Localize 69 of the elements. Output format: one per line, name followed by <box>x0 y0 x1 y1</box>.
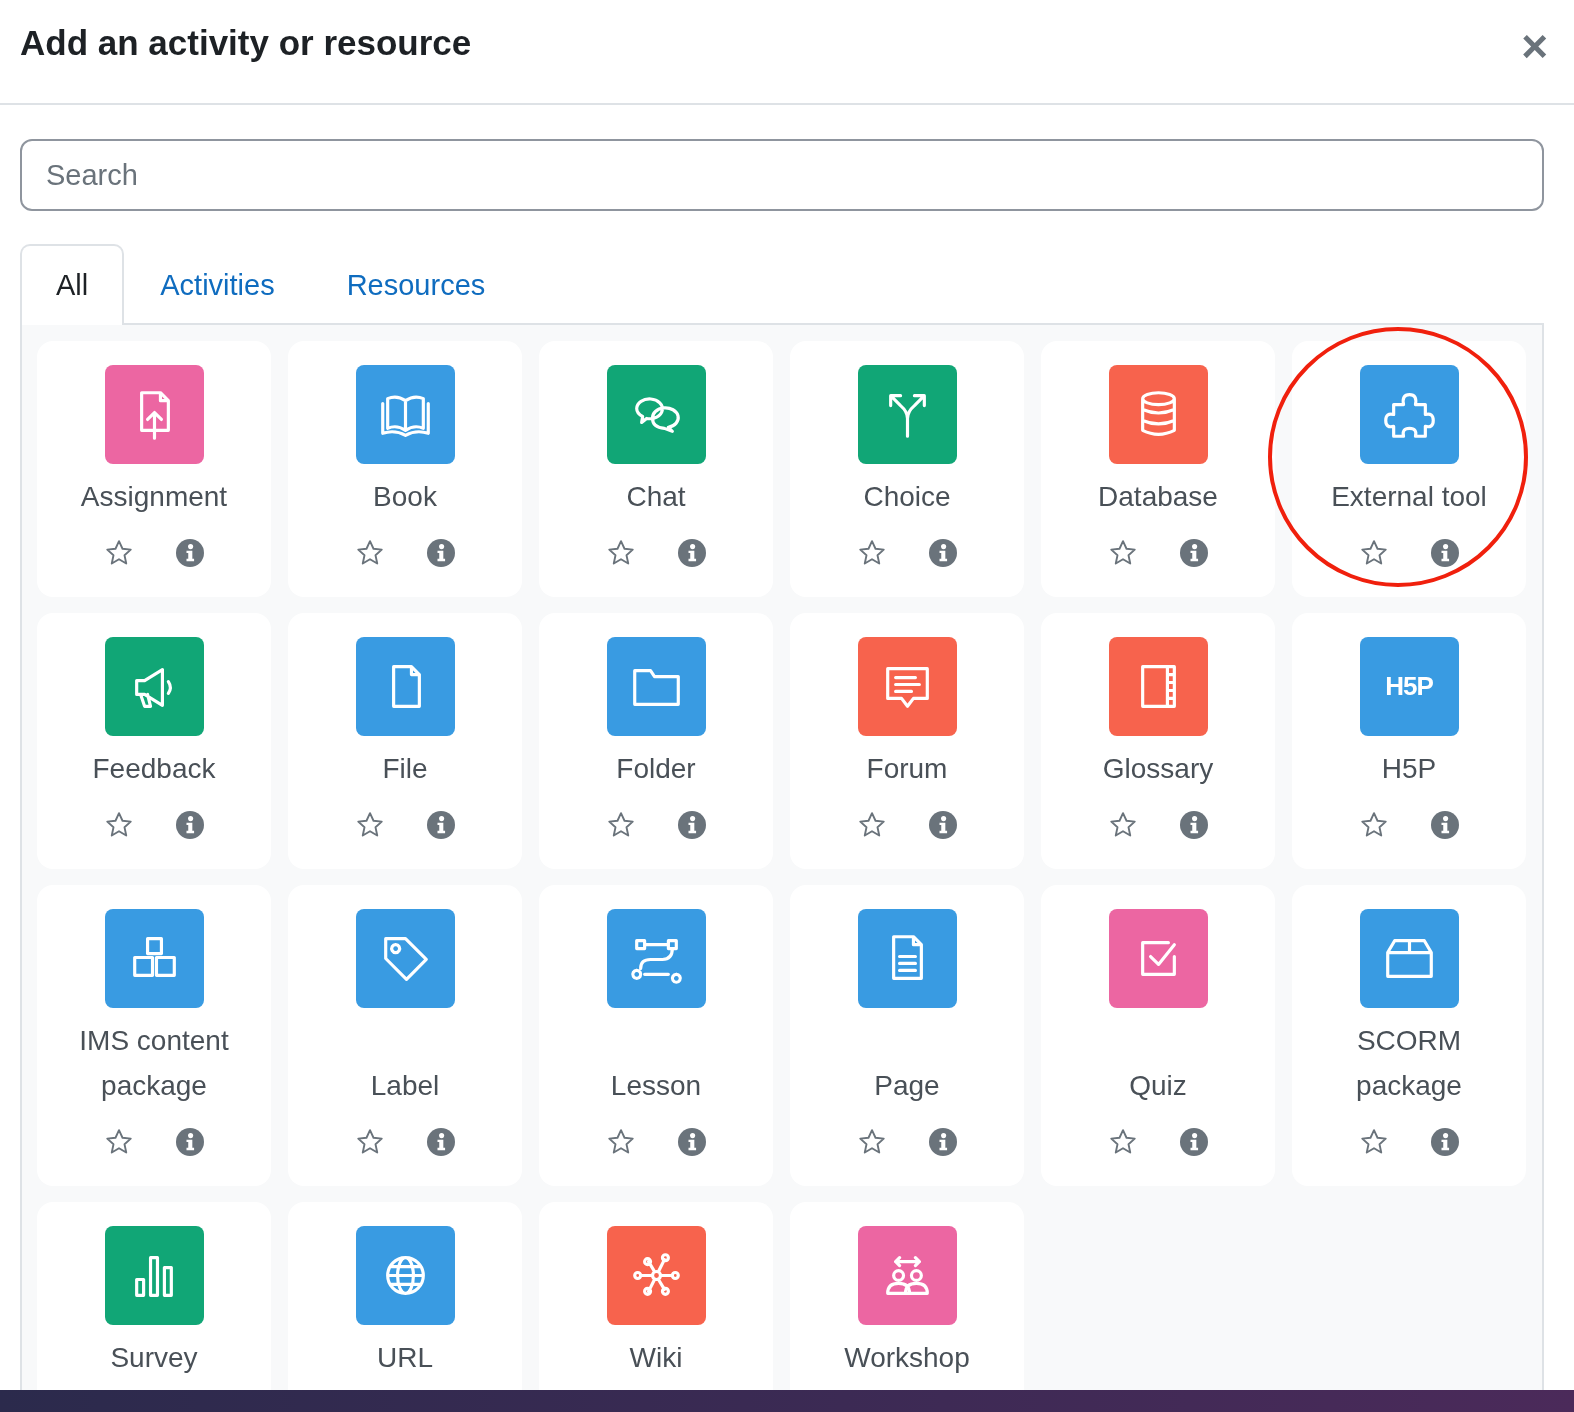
activity-name: File <box>381 752 429 786</box>
activity-name: Glossary <box>1101 752 1215 786</box>
activity-card[interactable]: Lesson <box>539 885 773 1186</box>
activity-name: Choice <box>862 480 952 514</box>
info-icon[interactable] <box>427 1128 455 1156</box>
search-field[interactable]: Search <box>20 139 1544 211</box>
activity-name: Chat <box>625 480 687 514</box>
info-icon[interactable] <box>1180 811 1208 839</box>
activity-card[interactable]: Quiz <box>1041 885 1275 1186</box>
info-icon[interactable] <box>1431 811 1459 839</box>
activity-name: Database <box>1097 480 1219 514</box>
activity-name: Lesson <box>609 1069 703 1103</box>
activity-card[interactable]: Glossary <box>1041 613 1275 869</box>
activity-card[interactable]: Book <box>288 341 522 597</box>
dialog-title: Add an activity or resource <box>20 22 472 64</box>
activity-card[interactable]: Assignment <box>37 341 271 597</box>
tab[interactable]: Resources <box>310 244 522 325</box>
info-icon[interactable] <box>929 1128 957 1156</box>
activity-name: IMS content package <box>78 1024 230 1103</box>
activity-name: Survey <box>109 1341 199 1375</box>
activity-card[interactable]: Chat <box>539 341 773 597</box>
activity-card[interactable]: IMS content package <box>37 885 271 1186</box>
tab[interactable]: Activities <box>124 244 311 325</box>
info-icon[interactable] <box>176 811 204 839</box>
activity-card[interactable]: H5P H5P <box>1292 613 1526 869</box>
activity-card[interactable]: Database <box>1041 341 1275 597</box>
activity-name: Assignment <box>79 480 229 514</box>
info-icon[interactable] <box>678 1128 706 1156</box>
activity-name: Feedback <box>91 752 217 786</box>
info-icon[interactable] <box>929 811 957 839</box>
close-button[interactable]: × <box>1515 24 1554 68</box>
activity-card[interactable]: Workshop <box>790 1202 1024 1390</box>
info-icon[interactable] <box>1431 1128 1459 1156</box>
logo-icon: H5P <box>1359 637 1459 736</box>
info-icon[interactable] <box>1180 539 1208 567</box>
activity-name: Forum <box>865 752 949 786</box>
activity-name: H5P <box>1380 752 1438 786</box>
info-icon[interactable] <box>176 1128 204 1156</box>
activity-card[interactable]: File <box>288 613 522 869</box>
info-icon[interactable] <box>427 811 455 839</box>
activity-card[interactable]: Survey <box>37 1202 271 1390</box>
activity-card[interactable]: Forum <box>790 613 1024 869</box>
activity-card[interactable]: Folder <box>539 613 773 869</box>
info-icon[interactable] <box>176 539 204 567</box>
activity-card[interactable]: External tool <box>1292 341 1526 597</box>
activity-name: Quiz <box>1128 1069 1188 1103</box>
activity-name: SCORM package <box>1355 1024 1463 1103</box>
info-icon[interactable] <box>678 811 706 839</box>
activity-name: Page <box>873 1069 941 1103</box>
info-icon[interactable] <box>427 539 455 567</box>
activity-name: Book <box>372 480 438 514</box>
activity-card[interactable]: URL <box>288 1202 522 1390</box>
activity-name: Folder <box>615 752 697 786</box>
info-icon[interactable] <box>678 539 706 567</box>
info-icon[interactable] <box>929 539 957 567</box>
activity-name: Label <box>369 1069 441 1103</box>
info-icon[interactable] <box>1431 539 1459 567</box>
activity-card[interactable]: Choice <box>790 341 1024 597</box>
activity-card[interactable]: Page <box>790 885 1024 1186</box>
activity-name: Wiki <box>628 1341 684 1375</box>
info-icon[interactable] <box>1180 1128 1208 1156</box>
activity-name: Workshop <box>843 1341 971 1375</box>
activity-name: URL <box>376 1341 434 1375</box>
activity-card[interactable]: Wiki <box>539 1202 773 1390</box>
activity-card[interactable]: Feedback <box>37 613 271 869</box>
activity-name: External tool <box>1330 480 1488 514</box>
activity-card[interactable]: SCORM package <box>1292 885 1526 1186</box>
tab[interactable]: All <box>20 244 125 325</box>
activity-card[interactable]: Label <box>288 885 522 1186</box>
